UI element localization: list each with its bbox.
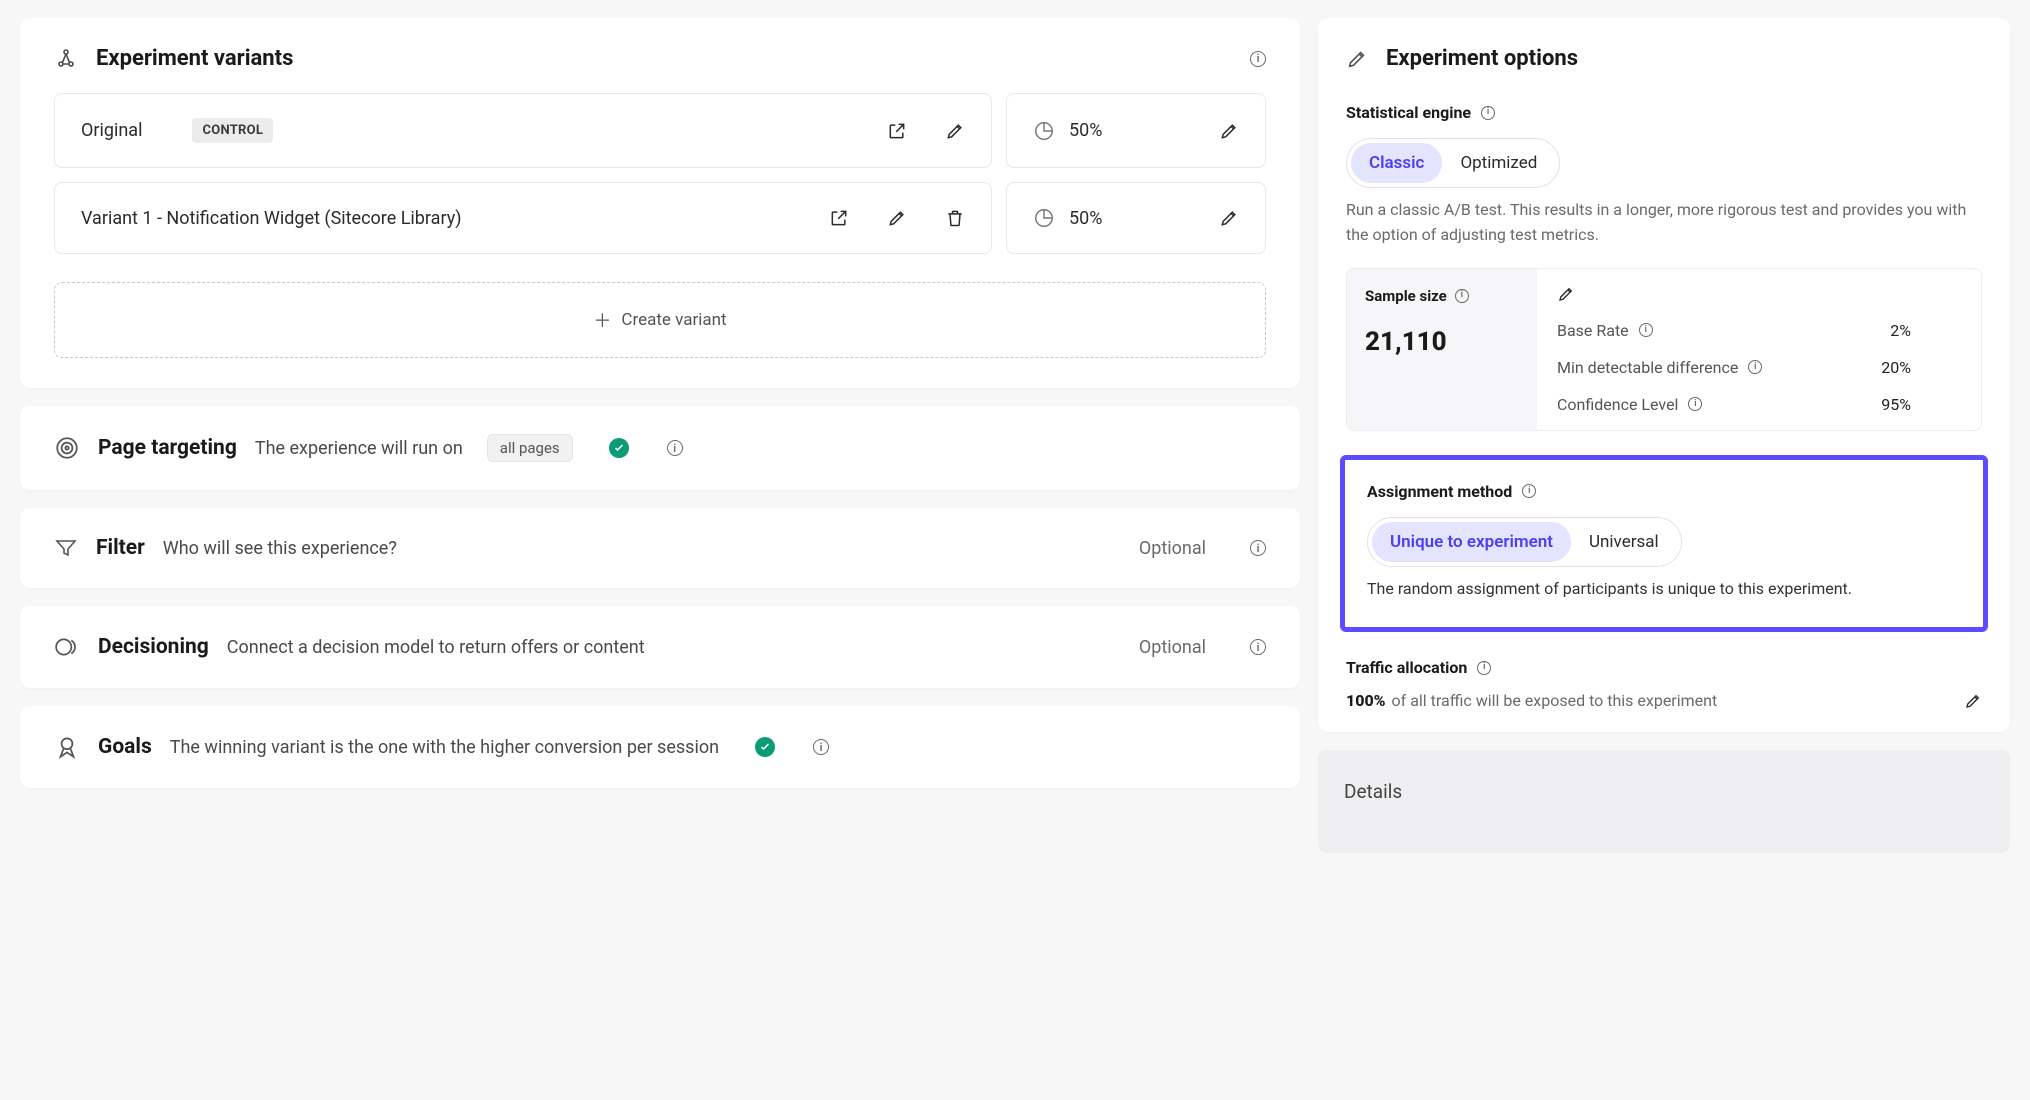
sample-row-base-rate: Base Rate i 2% — [1557, 321, 1961, 340]
decision-icon — [54, 634, 80, 660]
info-icon[interactable]: i — [1481, 106, 1495, 120]
info-icon[interactable]: i — [1477, 661, 1491, 675]
filter-icon — [54, 536, 78, 560]
control-badge: CONTROL — [192, 118, 273, 143]
info-icon[interactable]: i — [813, 739, 829, 755]
variant-split: 50% — [1006, 182, 1266, 254]
optional-label: Optional — [1139, 637, 1206, 658]
open-external-icon[interactable] — [829, 208, 849, 228]
check-icon — [609, 438, 629, 458]
variant-row: Variant 1 - Notification Widget (Sitecor… — [20, 182, 1300, 268]
goals-icon — [54, 734, 80, 760]
sample-size-label: Sample size i — [1365, 287, 1519, 305]
split-value: 50% — [1069, 208, 1205, 229]
info-icon[interactable]: i — [1455, 289, 1469, 303]
assignment-seg-universal[interactable]: Universal — [1571, 522, 1677, 562]
engine-seg-optimized[interactable]: Optimized — [1442, 143, 1555, 183]
filter-card[interactable]: Filter Who will see this experience? Opt… — [20, 508, 1300, 588]
page-targeting-pill: all pages — [487, 434, 573, 462]
options-heading: Experiment options — [1386, 46, 1578, 71]
edit-icon — [1346, 48, 1368, 70]
experiment-options-card: Experiment options Statistical engine i … — [1318, 18, 2010, 732]
engine-seg-classic[interactable]: Classic — [1351, 143, 1442, 183]
confidence-value: 95% — [1881, 395, 1911, 414]
edit-icon[interactable] — [1964, 692, 1982, 710]
check-icon — [755, 737, 775, 757]
create-variant-label: Create variant — [621, 310, 726, 330]
variant-row: Original CONTROL 50% — [20, 93, 1300, 182]
decisioning-desc: Connect a decision model to return offer… — [227, 637, 645, 658]
base-rate-value: 2% — [1890, 321, 1911, 340]
split-value: 50% — [1069, 120, 1205, 141]
info-icon[interactable]: i — [1522, 484, 1536, 498]
sample-row-min-diff: Min detectable difference i 20% — [1557, 358, 1961, 377]
goals-card[interactable]: Goals The winning variant is the one wit… — [20, 706, 1300, 788]
open-external-icon[interactable] — [887, 121, 907, 141]
traffic-desc: of all traffic will be exposed to this e… — [1392, 691, 1718, 710]
traffic-allocation-label: Traffic allocation i — [1346, 658, 1982, 677]
engine-toggle[interactable]: Classic Optimized — [1346, 138, 1560, 188]
page-targeting-card[interactable]: Page targeting The experience will run o… — [20, 406, 1300, 490]
assignment-method-label: Assignment method i — [1367, 482, 1961, 501]
experiment-variants-card: Experiment variants i Original CONTROL — [20, 18, 1300, 388]
decisioning-card[interactable]: Decisioning Connect a decision model to … — [20, 606, 1300, 688]
traffic-pct: 100% — [1346, 691, 1386, 710]
info-icon[interactable]: i — [1250, 540, 1266, 556]
min-diff-value: 20% — [1881, 358, 1911, 377]
details-heading: Details — [1344, 780, 1402, 803]
info-icon[interactable]: i — [1639, 323, 1653, 337]
create-variant-button[interactable]: ＋ Create variant — [54, 282, 1266, 358]
delete-icon[interactable] — [945, 208, 965, 228]
info-icon[interactable]: i — [1748, 360, 1762, 374]
plus-icon: ＋ — [593, 307, 611, 333]
pie-icon — [1033, 207, 1055, 229]
sample-size-value: 21,110 — [1365, 327, 1519, 357]
edit-icon[interactable] — [945, 121, 965, 141]
filter-heading: Filter — [96, 536, 145, 560]
info-icon[interactable]: i — [1250, 639, 1266, 655]
engine-desc: Run a classic A/B test. This results in … — [1346, 198, 1982, 248]
traffic-row: 100% of all traffic will be exposed to t… — [1346, 691, 1982, 710]
variant-main: Original CONTROL — [54, 93, 992, 168]
filter-desc: Who will see this experience? — [163, 538, 397, 559]
info-icon[interactable]: i — [1250, 51, 1266, 67]
decisioning-heading: Decisioning — [98, 635, 209, 659]
variant-name: Variant 1 - Notification Widget (Sitecor… — [81, 208, 461, 229]
goals-desc: The winning variant is the one with the … — [170, 737, 719, 758]
edit-icon[interactable] — [1219, 208, 1239, 228]
sample-row-confidence: Confidence Level i 95% — [1557, 395, 1961, 414]
goals-heading: Goals — [98, 735, 152, 759]
statistical-engine-label: Statistical engine i — [1346, 103, 1982, 122]
variant-split: 50% — [1006, 93, 1266, 168]
assignment-toggle[interactable]: Unique to experiment Universal — [1367, 517, 1682, 567]
edit-icon[interactable] — [887, 208, 907, 228]
assignment-method-highlight: Assignment method i Unique to experiment… — [1340, 455, 1988, 633]
page-targeting-heading: Page targeting — [98, 436, 237, 460]
pie-icon — [1033, 120, 1055, 142]
sample-size-box: Sample size i 21,110 Base Rate i 2% — [1346, 268, 1982, 431]
edit-icon[interactable] — [1557, 285, 1961, 303]
assignment-desc: The random assignment of participants is… — [1367, 577, 1961, 602]
details-card[interactable]: Details — [1318, 750, 2010, 853]
optional-label: Optional — [1139, 538, 1206, 559]
info-icon[interactable]: i — [667, 440, 683, 456]
target-icon — [54, 435, 80, 461]
edit-icon[interactable] — [1219, 121, 1239, 141]
assignment-seg-unique[interactable]: Unique to experiment — [1372, 522, 1571, 562]
page-targeting-desc: The experience will run on — [255, 438, 463, 459]
info-icon[interactable]: i — [1688, 397, 1702, 411]
variant-main: Variant 1 - Notification Widget (Sitecor… — [54, 182, 992, 254]
variants-heading: Experiment variants — [96, 46, 293, 71]
variant-name: Original — [81, 120, 142, 141]
variants-icon — [54, 47, 78, 71]
